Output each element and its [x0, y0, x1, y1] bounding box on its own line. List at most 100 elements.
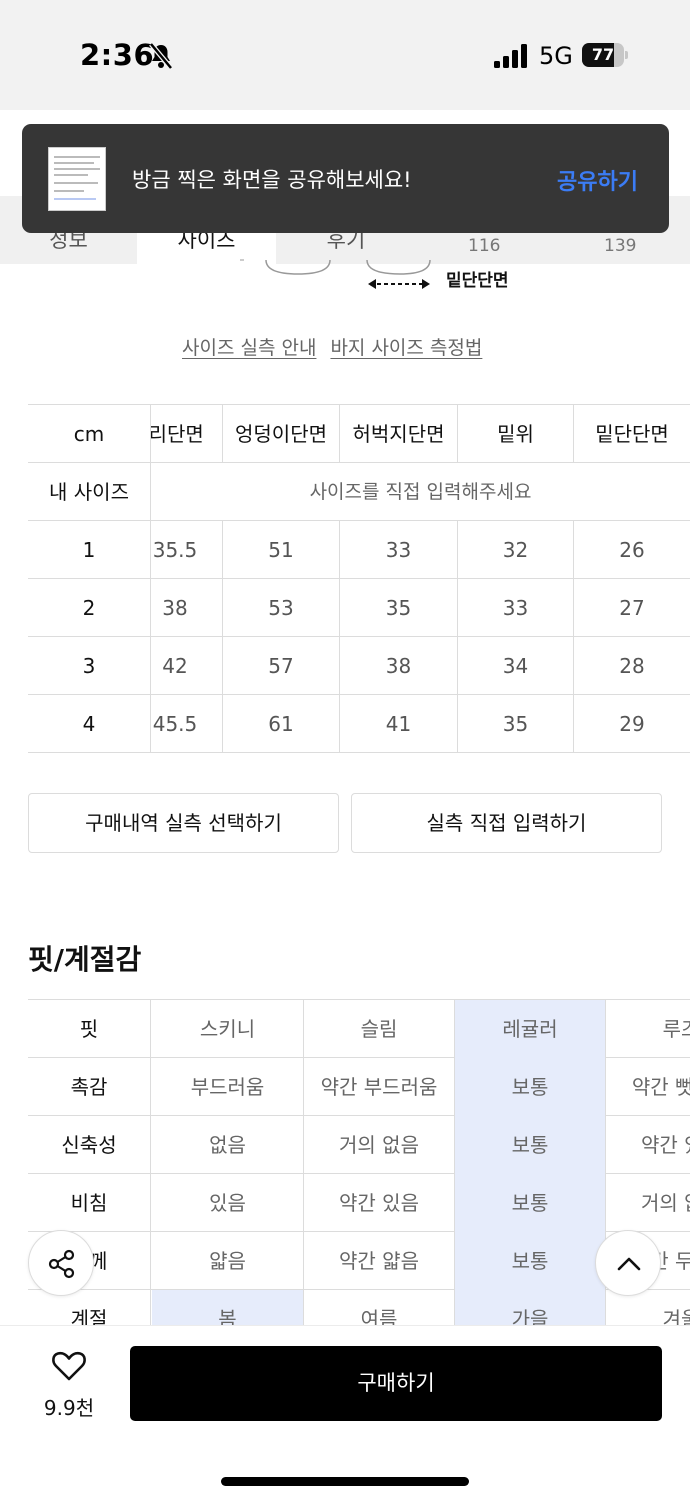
size-row: 2 38 53 35 33 27	[28, 579, 690, 637]
pants-measure-link[interactable]: 바지 사이즈 측정법	[330, 337, 482, 359]
size-value: 42	[162, 654, 188, 678]
column-header-hem: 밑단단면	[595, 422, 669, 446]
size-value: 35	[385, 596, 412, 620]
summary-value: 139	[604, 236, 637, 256]
fit-option: 약간 있음	[641, 1133, 690, 1157]
size-guide-link[interactable]: 사이즈 실측 안내	[182, 337, 316, 359]
size-value: 45.5	[152, 712, 198, 736]
size-value: 26	[619, 538, 645, 562]
battery-percent: 77	[591, 45, 615, 64]
input-measurements-button[interactable]: 실측 직접 입력하기	[351, 793, 662, 853]
size-value: 41	[385, 712, 412, 736]
size-value: 33	[502, 596, 529, 620]
toast-message: 방금 찍은 화면을 공유해보세요!	[132, 168, 412, 192]
like-count: 9.9천	[43, 1396, 95, 1420]
unit-header: cm	[28, 405, 151, 463]
size-value: 38	[162, 596, 188, 620]
size-value: 27	[619, 596, 645, 620]
hem-width-label: 밑단단면	[446, 271, 509, 291]
fit-attribute-label: 비침	[28, 1174, 151, 1232]
column-header-thigh: 허벅지단면	[352, 422, 445, 446]
column-header-rise: 밑위	[497, 422, 534, 446]
fit-row: 핏 스키니 슬림 레귤러 루즈	[28, 1000, 690, 1058]
my-size-label: 내 사이즈	[28, 463, 151, 521]
fit-section-title: 핏/계절감	[28, 943, 142, 976]
size-value: 33	[385, 538, 412, 562]
summary-value: 116	[468, 236, 501, 256]
size-value: 35	[502, 712, 529, 736]
status-time: 2:36	[80, 38, 155, 72]
fit-option: 슬림	[360, 1017, 398, 1041]
fit-option: 약간 부드러움	[320, 1075, 438, 1099]
fit-option: 있음	[209, 1191, 246, 1215]
fit-option: 거의 없음	[339, 1133, 419, 1157]
fit-option: 보통	[511, 1075, 549, 1099]
fit-option: 겨울	[662, 1307, 690, 1325]
home-indicator	[221, 1477, 469, 1486]
fit-attribute-label: 핏	[28, 1000, 151, 1058]
column-header-waist: 허리단면	[151, 422, 204, 446]
fit-attribute-label: 계절	[28, 1290, 151, 1325]
scroll-top-button[interactable]	[595, 1230, 661, 1296]
size-value: 61	[268, 712, 294, 736]
fit-option: 약간 얇음	[339, 1249, 419, 1273]
fit-option: 보통	[511, 1133, 549, 1157]
fit-option: 부드러움	[190, 1075, 265, 1099]
screenshot-thumbnail[interactable]	[48, 147, 106, 211]
size-label: 2	[28, 579, 151, 637]
fit-option: 없음	[209, 1133, 246, 1157]
heart-icon	[52, 1351, 86, 1381]
fit-option: 루즈	[662, 1017, 690, 1041]
size-value: 38	[385, 654, 412, 678]
size-value: 29	[619, 712, 645, 736]
fit-row: 신축성 없음 거의 없음 보통 약간 있음	[28, 1116, 690, 1174]
share-button[interactable]	[28, 1230, 94, 1296]
my-size-input-hint[interactable]: 사이즈를 직접 입력해주세요	[151, 463, 690, 521]
like-button[interactable]: 9.9천	[30, 1348, 108, 1428]
fit-row: 촉감 부드러움 약간 부드러움 보통 약간 뻣뻣함	[28, 1058, 690, 1116]
battery-indicator: 77	[582, 43, 628, 67]
size-value: 53	[268, 596, 294, 620]
share-toast: 방금 찍은 화면을 공유해보세요! 공유하기	[22, 124, 669, 233]
signal-icon	[494, 44, 527, 68]
fit-row: 계절 봄 여름 가을 겨울	[28, 1290, 690, 1325]
fit-option: 스키니	[199, 1017, 256, 1041]
fit-option: 레귤러	[502, 1017, 558, 1041]
select-from-orders-button[interactable]: 구매내역 실측 선택하기	[28, 793, 339, 853]
size-label: 3	[28, 637, 151, 695]
size-row: 3 42 57 38 34 28	[28, 637, 690, 695]
fit-option: 가을	[511, 1307, 549, 1325]
size-value: 35.5	[152, 538, 198, 562]
bell-slash-icon	[149, 42, 173, 70]
column-header-hip: 엉덩이단면	[235, 422, 327, 446]
fit-option: 얇음	[209, 1249, 246, 1273]
size-row: 1 35.5 51 33 32 26	[28, 521, 690, 579]
fit-option: 봄	[218, 1307, 237, 1325]
fit-table: 핏스키니슬림레귤러루즈촉감부드러움약간 부드러움보통약간 뻣뻣함신축성없음거의 …	[28, 999, 690, 1325]
fit-row: 두께얇음약간 얇음보통약간 두꺼움	[28, 1232, 690, 1290]
fit-option: 거의 없음	[641, 1191, 690, 1215]
size-value: 28	[619, 654, 645, 678]
size-value: 57	[268, 654, 294, 678]
size-guide-links: 사이즈 실측 안내 바지 사이즈 측정법	[182, 333, 482, 360]
fit-option: 약간 있음	[339, 1191, 419, 1215]
size-value: 51	[268, 538, 294, 562]
size-label: 4	[28, 695, 151, 753]
my-size-row: 내 사이즈 사이즈를 직접 입력해주세요	[28, 463, 690, 521]
share-icon	[48, 1249, 75, 1279]
size-table: cm 허리단면 엉덩이단면 허벅지단면 밑위 밑단단면 내 사이즈 사이즈를 직…	[28, 404, 690, 753]
fit-option: 보통	[511, 1249, 549, 1273]
size-value: 34	[502, 654, 529, 678]
toast-share-button[interactable]: 공유하기	[557, 164, 638, 196]
size-label: 1	[28, 521, 151, 579]
bottom-action-bar: 9.9천 구매하기	[0, 1325, 690, 1500]
fit-attribute-label: 촉감	[28, 1058, 151, 1116]
fit-row: 비침 있음 약간 있음 보통 거의 없음	[28, 1174, 690, 1232]
fit-option: 보통	[511, 1191, 549, 1215]
status-bar: 2:36 5G 77	[0, 0, 690, 110]
network-type: 5G	[539, 42, 573, 70]
size-value: 32	[502, 538, 529, 562]
buy-button[interactable]: 구매하기	[130, 1346, 662, 1421]
fit-attribute-label: 신축성	[28, 1116, 151, 1174]
fit-option: 여름	[360, 1307, 398, 1325]
